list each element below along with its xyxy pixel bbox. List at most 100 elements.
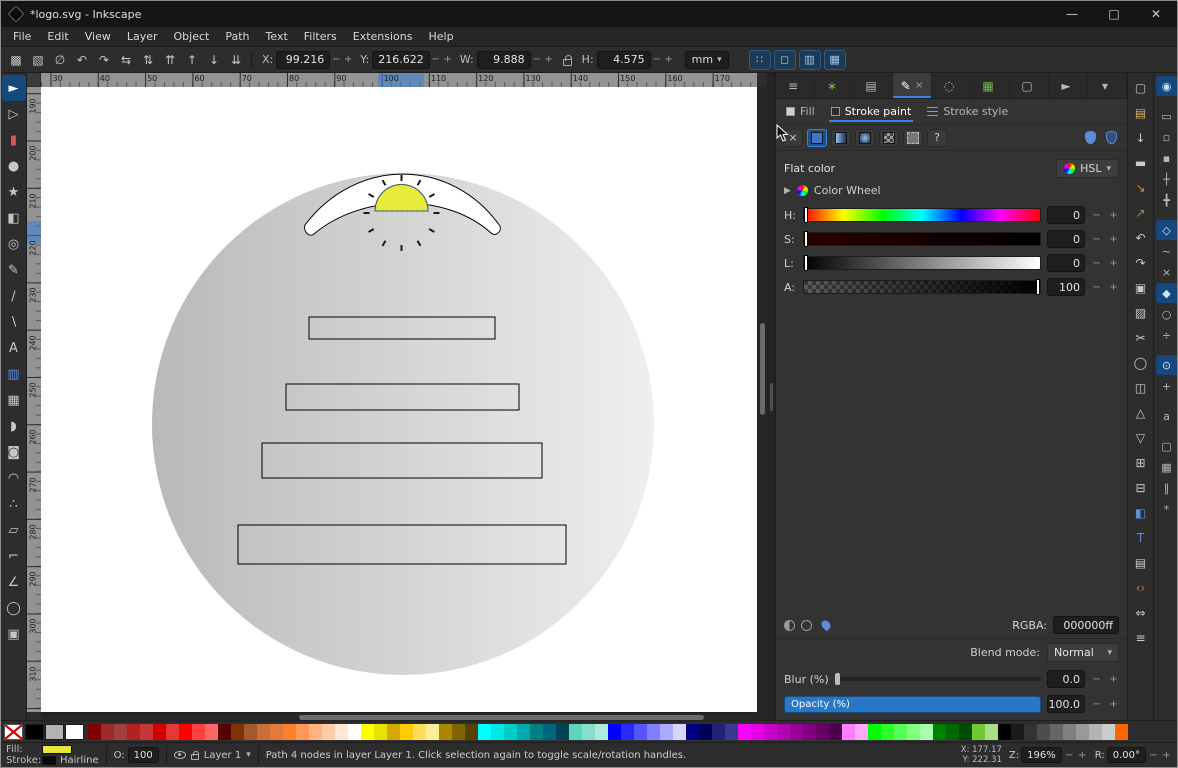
menu-item[interactable]: Extensions — [345, 28, 421, 45]
palette-swatch[interactable] — [738, 723, 751, 740]
raise-to-top-icon[interactable]: ⇈ — [159, 50, 181, 70]
palette-swatch[interactable] — [88, 723, 101, 740]
palette-swatch[interactable] — [361, 723, 374, 740]
palette-swatch[interactable] — [764, 723, 777, 740]
vertical-scrollbar[interactable] — [757, 87, 767, 712]
snap-guides-icon[interactable]: ∥ — [1156, 478, 1178, 498]
group-icon[interactable]: ⊞ — [1130, 451, 1152, 475]
ungroup-icon[interactable]: ⊟ — [1130, 476, 1152, 500]
palette-swatch[interactable] — [504, 723, 517, 740]
snap-bbox-corners-icon[interactable]: ▪ — [1156, 148, 1178, 168]
palette-swatch[interactable] — [621, 723, 634, 740]
zoom-plus-button[interactable]: + — [1077, 750, 1088, 761]
palette-swatch[interactable] — [660, 723, 673, 740]
snap-rotation-centers-icon[interactable]: + — [1156, 376, 1178, 396]
palette-swatch[interactable] — [907, 723, 920, 740]
palette-swatch[interactable] — [231, 723, 244, 740]
rect-tool[interactable]: ▮ — [2, 127, 26, 153]
palette-swatch[interactable] — [946, 723, 959, 740]
tab-symbols[interactable]: ∗ — [815, 73, 854, 98]
scale-stroke-toggle[interactable]: ∷ — [748, 49, 771, 70]
lightness-slider[interactable] — [803, 255, 1041, 271]
palette-swatch[interactable] — [647, 723, 660, 740]
snap-cusp-nodes-icon[interactable]: ◆ — [1155, 283, 1177, 303]
horizontal-scrollbar[interactable] — [41, 712, 757, 722]
palette-swatch[interactable] — [634, 723, 647, 740]
palette-swatch[interactable] — [608, 723, 621, 740]
palette-swatch[interactable] — [517, 723, 530, 740]
color-picker-dropper-icon[interactable] — [819, 618, 833, 632]
slider-handle[interactable] — [804, 255, 808, 271]
dropper-tool[interactable]: ◗ — [2, 413, 26, 439]
zoom-minus-button[interactable]: − — [1064, 750, 1075, 761]
panel-splitter[interactable] — [767, 73, 775, 720]
opacity-slider[interactable]: Opacity (%) — [784, 695, 1041, 713]
palette-swatch[interactable] — [855, 723, 868, 740]
h-input[interactable]: 4.575 — [596, 50, 651, 69]
palette-swatch[interactable] — [868, 723, 881, 740]
move-gradients-toggle[interactable]: ▥ — [798, 49, 821, 70]
select-all-layers-icon[interactable]: ▧ — [27, 50, 49, 70]
y-input[interactable]: 216.622 — [372, 50, 430, 69]
unit-dropdown[interactable]: mm ▾ — [684, 50, 729, 69]
palette-swatch[interactable] — [413, 723, 426, 740]
raise-icon[interactable]: ↑ — [181, 50, 203, 70]
select-all-icon[interactable]: ▩ — [5, 50, 27, 70]
vertical-scrollbar-thumb[interactable] — [760, 323, 765, 415]
rotate-cw-icon[interactable]: ↷ — [93, 50, 115, 70]
w-input[interactable]: 9.888 — [476, 50, 531, 69]
tab-fill-stroke[interactable]: ✎ × — [893, 73, 932, 98]
lower-icon[interactable]: ↓ — [203, 50, 225, 70]
opacity-minus-button[interactable]: − — [1091, 699, 1102, 710]
ruler-corner[interactable] — [27, 73, 41, 87]
saturation-input[interactable]: 0 — [1047, 230, 1085, 248]
flip-vertical-icon[interactable]: ⇅ — [137, 50, 159, 70]
palette-swatch[interactable] — [283, 723, 296, 740]
palette-swatch[interactable] — [270, 723, 283, 740]
tab-fill[interactable]: Fill — [784, 101, 817, 122]
palette-swatch[interactable] — [491, 723, 504, 740]
snap-guide-intersections-icon[interactable]: * — [1156, 499, 1178, 519]
paste-icon[interactable]: ▨ — [1130, 301, 1152, 325]
snap-grid-icon[interactable]: ▦ — [1156, 457, 1178, 477]
spiral-tool[interactable]: ◎ — [2, 231, 26, 257]
blend-mode-dropdown[interactable]: Normal ▾ — [1047, 643, 1119, 662]
scale-corners-toggle[interactable]: ◻ — [773, 49, 796, 70]
snap-nodes-icon[interactable]: ◇ — [1155, 220, 1177, 240]
maximize-button[interactable]: □ — [1093, 1, 1135, 27]
flip-horizontal-icon[interactable]: ⇆ — [115, 50, 137, 70]
clone-icon[interactable]: △ — [1130, 401, 1152, 425]
fill-color-swatch[interactable] — [42, 745, 72, 754]
snap-enabled-icon[interactable]: ◉ — [1155, 76, 1177, 96]
opacity-plus-button[interactable]: + — [1108, 699, 1119, 710]
x-input[interactable]: 99.216 — [276, 50, 331, 69]
color-managed-icon[interactable] — [784, 619, 795, 631]
menu-item[interactable]: View — [77, 28, 119, 45]
palette-swatch[interactable] — [725, 723, 738, 740]
color-wheel-expander[interactable]: ▶ Color Wheel — [776, 182, 1127, 203]
palette-swatch[interactable] — [387, 723, 400, 740]
palette-swatch[interactable] — [1037, 723, 1050, 740]
palette-swatch[interactable] — [335, 723, 348, 740]
no-color-swatch[interactable] — [4, 723, 23, 740]
palette-swatch[interactable] — [1011, 723, 1024, 740]
palette-swatch[interactable] — [296, 723, 309, 740]
menu-item[interactable]: Path — [217, 28, 257, 45]
palette-swatch[interactable] — [777, 723, 790, 740]
palette-swatch[interactable] — [309, 723, 322, 740]
tab-trace-bitmap[interactable]: ◌ — [932, 73, 971, 98]
paint-swatch-button[interactable] — [903, 128, 923, 147]
gradient-tool[interactable]: ▥ — [2, 361, 26, 387]
paint-none-button[interactable]: × — [783, 128, 803, 147]
rotate-ccw-icon[interactable]: ↶ — [71, 50, 93, 70]
snap-path-intersections-icon[interactable]: × — [1156, 262, 1178, 282]
mesh-tool[interactable]: ▦ — [2, 387, 26, 413]
copy-icon[interactable]: ▣ — [1130, 276, 1152, 300]
alpha-plus-button[interactable]: + — [1108, 282, 1119, 293]
connector-tool[interactable]: ⌐ — [2, 543, 26, 569]
stroke-color-swatch[interactable] — [42, 756, 56, 765]
star-tool[interactable]: ★ — [2, 179, 26, 205]
snap-edge-midpoints-icon[interactable]: ┼ — [1156, 169, 1178, 189]
opacity-input[interactable]: 100.0 — [1047, 695, 1085, 713]
alpha-minus-button[interactable]: − — [1091, 282, 1102, 293]
